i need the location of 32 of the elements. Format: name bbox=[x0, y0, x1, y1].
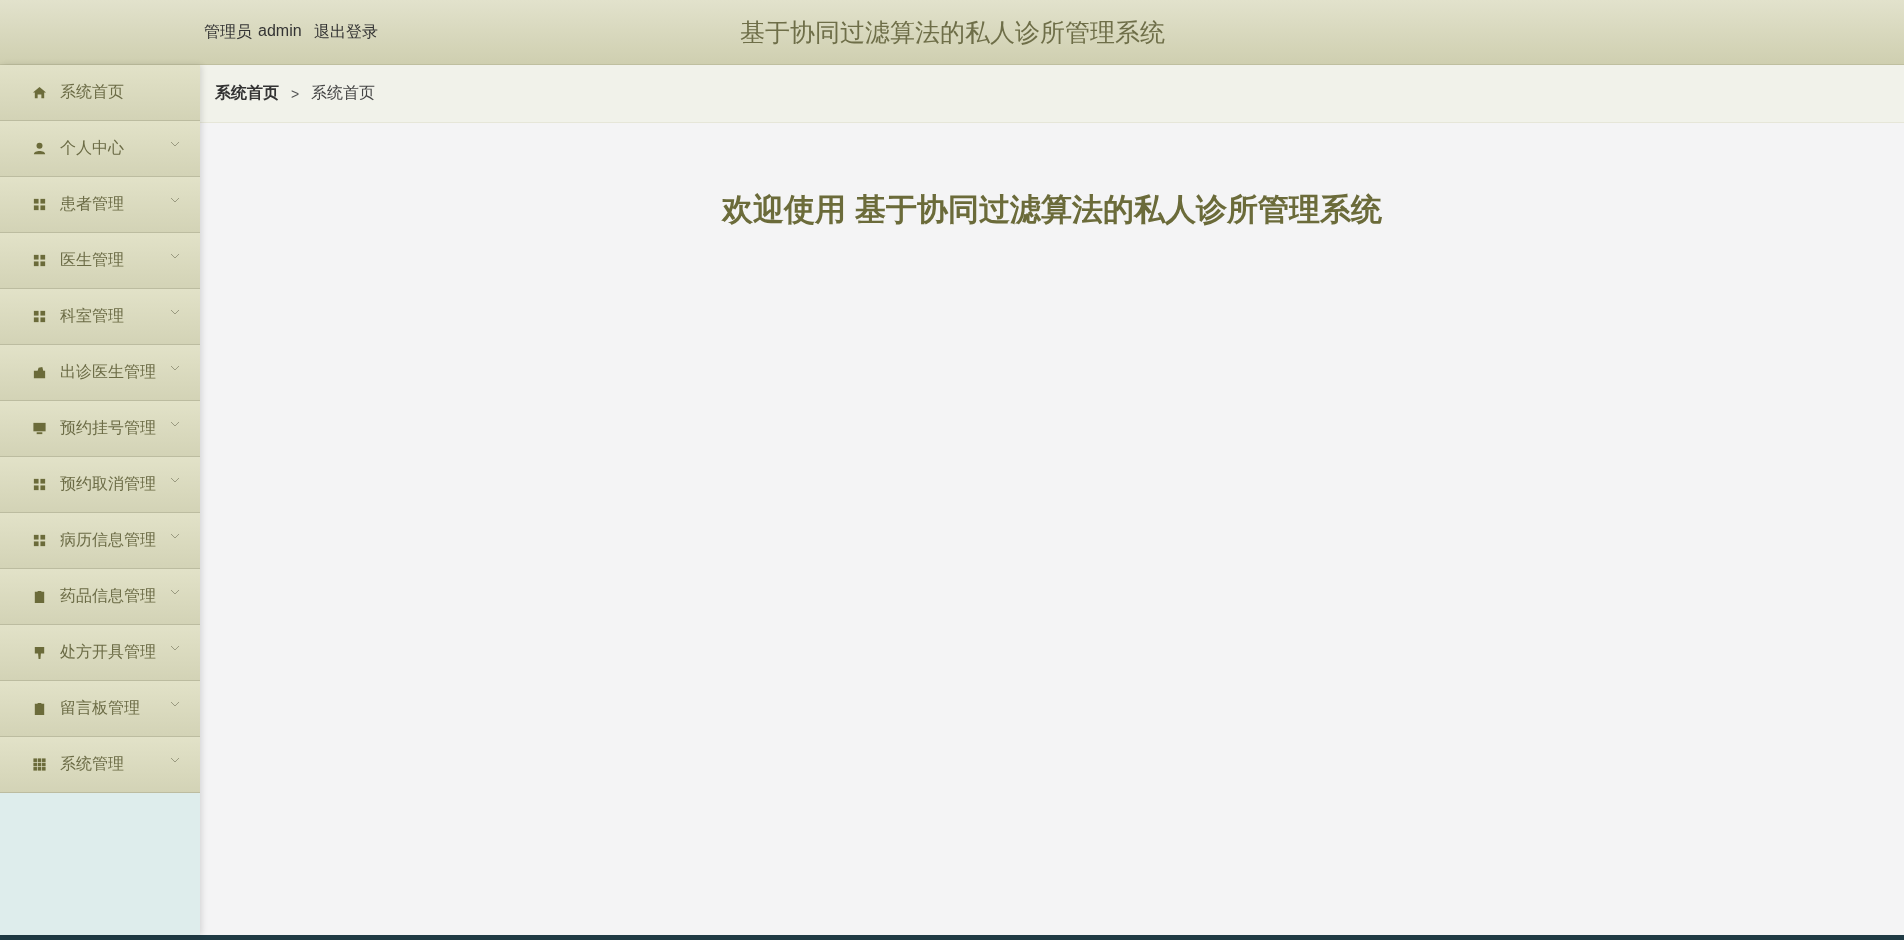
breadcrumb-separator: > bbox=[291, 85, 300, 102]
welcome-heading: 欢迎使用 基于协同过滤算法的私人诊所管理系统 bbox=[722, 191, 1382, 229]
sidebar-item[interactable]: 系统管理 bbox=[0, 737, 200, 793]
user-name: admin bbox=[258, 21, 302, 41]
app-title: 基于协同过滤算法的私人诊所管理系统 bbox=[739, 16, 1165, 48]
monitor-icon bbox=[32, 421, 47, 436]
brush-icon bbox=[32, 645, 47, 660]
grid-icon bbox=[32, 197, 47, 212]
grid-icon bbox=[32, 757, 47, 772]
breadcrumb-link[interactable]: 系统首页 bbox=[311, 83, 376, 104]
sidebar-item[interactable]: 患者管理 bbox=[0, 177, 200, 233]
sidebar-item[interactable]: 药品信息管理 bbox=[0, 569, 200, 625]
grid-icon bbox=[32, 533, 47, 548]
user-role: 管理员 bbox=[204, 21, 252, 42]
sidebar-item[interactable]: 个人中心 bbox=[0, 121, 200, 177]
sidebar-item[interactable]: 科室管理 bbox=[0, 289, 200, 345]
sidebar-item[interactable]: 出诊医生管理 bbox=[0, 345, 200, 401]
breadcrumb-link[interactable]: 系统首页 bbox=[215, 83, 279, 104]
sidebar-item[interactable]: 留言板管理 bbox=[0, 681, 200, 737]
person-icon bbox=[32, 141, 47, 156]
grid-icon bbox=[32, 477, 47, 492]
clipboard-icon bbox=[32, 589, 47, 604]
sidebar-item[interactable]: 预约挂号管理 bbox=[0, 401, 200, 457]
sidebar-item[interactable]: 处方开具管理 bbox=[0, 625, 200, 681]
grid-icon bbox=[32, 309, 47, 324]
sidebar-item[interactable]: 预约取消管理 bbox=[0, 457, 200, 513]
sidebar-item[interactable]: 病历信息管理 bbox=[0, 513, 200, 569]
sidebar-item[interactable]: 系统首页 bbox=[0, 65, 200, 121]
home-icon bbox=[32, 85, 47, 100]
sidebar-item[interactable]: 医生管理 bbox=[0, 233, 200, 289]
grid-icon bbox=[32, 253, 47, 268]
logout-link[interactable]: 退出登录 bbox=[313, 21, 378, 43]
